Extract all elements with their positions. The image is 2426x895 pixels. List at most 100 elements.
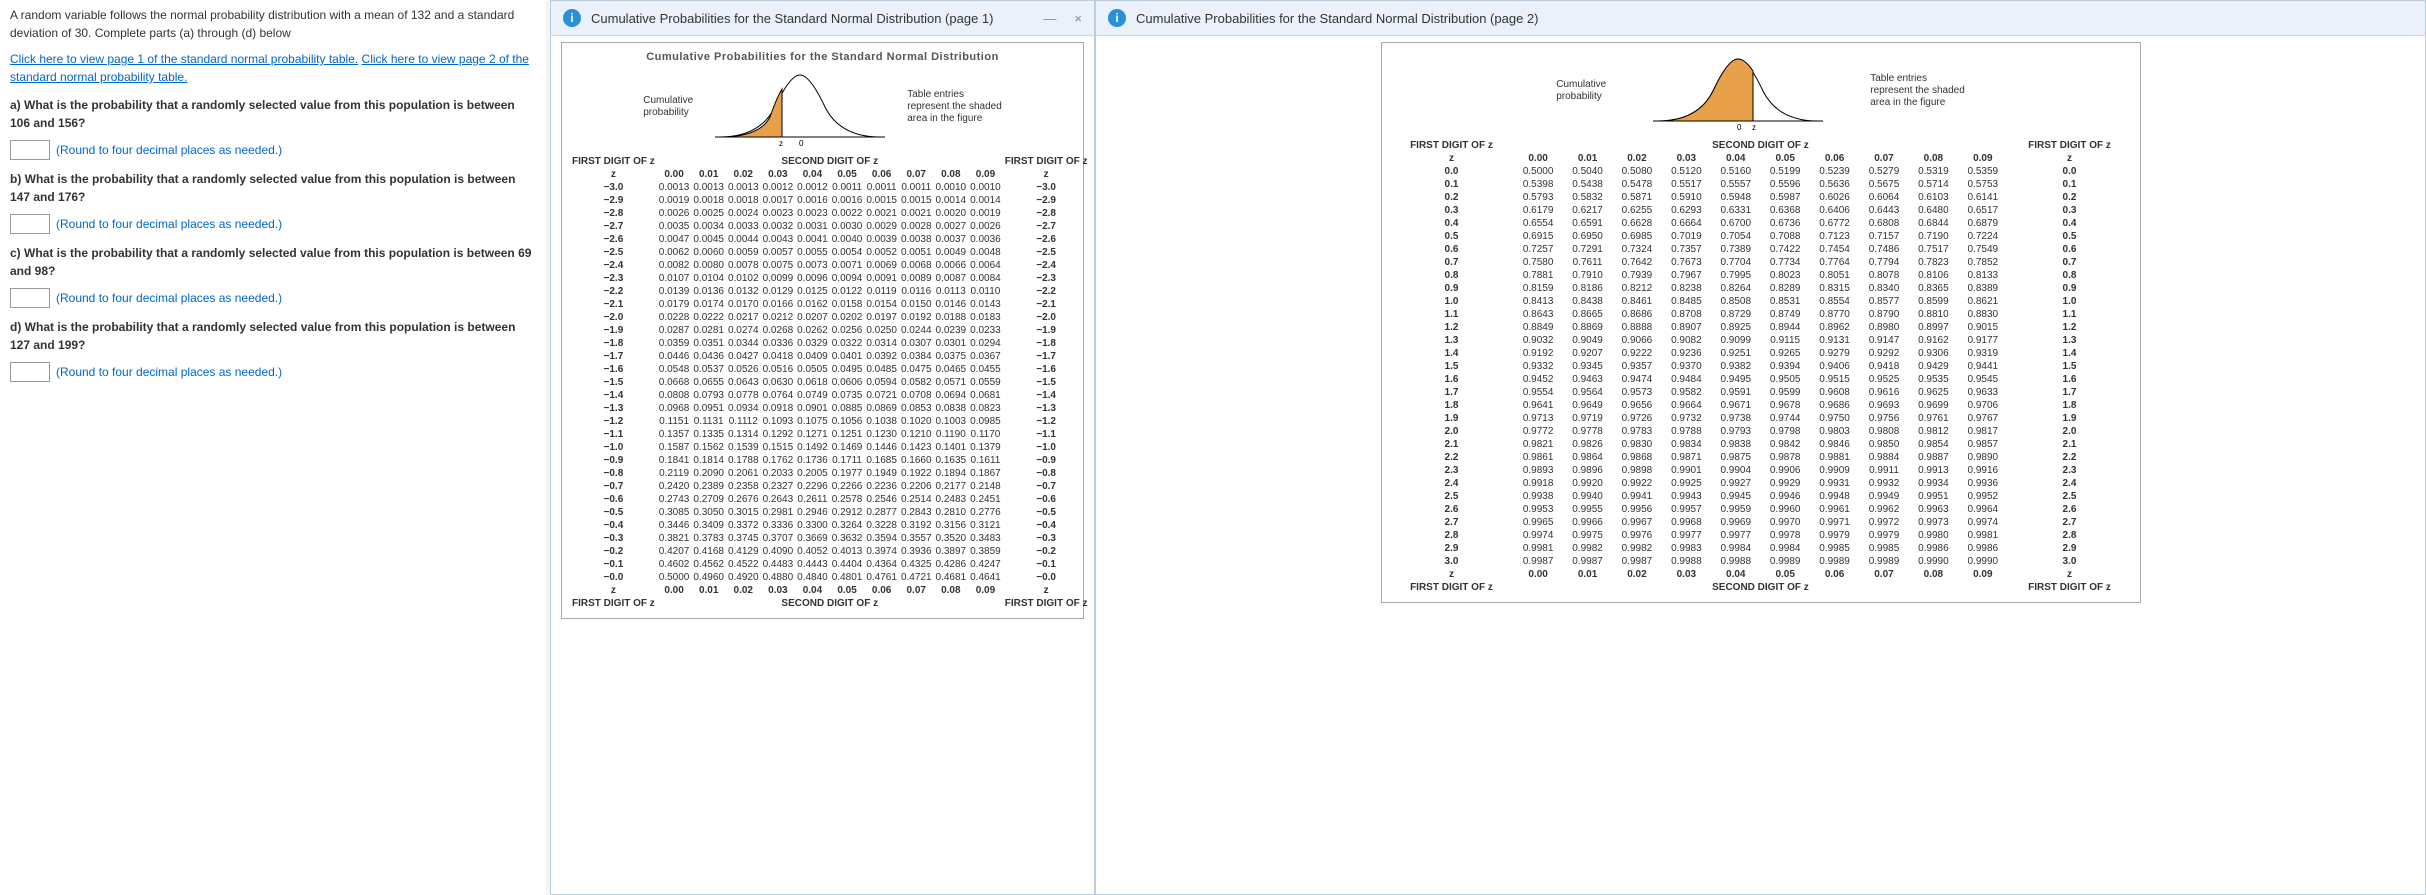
table-row: 0.50.69150.69500.69850.70190.70540.70880… [1390,230,2132,243]
table-row: −2.80.00260.00250.00240.00230.00230.0022… [570,207,1090,220]
col-head: 0.08 [934,168,969,181]
table-row: 2.30.98930.98960.98980.99010.99040.99060… [1390,464,2132,477]
link-page1[interactable]: Click here to view page 1 of the standar… [10,52,358,66]
table-row: 2.80.99740.99750.99760.99770.99770.99780… [1390,529,2132,542]
minimize-icon[interactable]: — [1043,11,1056,26]
table-row: 2.90.99810.99820.99820.99830.99840.99840… [1390,542,2132,555]
normal-curve-icon: 0z [1628,51,1848,131]
popup1-title: Cumulative Probabilities for the Standar… [591,11,993,26]
first-digit-head: FIRST DIGIT OF z [570,155,657,168]
table-row: −2.70.00350.00340.00330.00320.00310.0030… [570,220,1090,233]
table-row: −2.00.02280.02220.02170.02120.02070.0202… [570,311,1090,324]
table-row: −0.60.27430.27090.26760.26430.26110.2578… [570,493,1090,506]
popup2-header: i Cumulative Probabilities for the Stand… [1096,1,2425,36]
table-row: 2.60.99530.99550.99560.99570.99590.99600… [1390,503,2132,516]
z-head: z [2008,152,2132,165]
table-row: −1.40.08080.07930.07780.07640.07490.0735… [570,389,1090,402]
question-c: c) What is the probability that a random… [10,244,536,280]
table-row: −1.30.09680.09510.09340.09180.09010.0885… [570,402,1090,415]
first-digit-head: FIRST DIGIT OF z [1390,139,1514,152]
table-row: 0.40.65540.65910.66280.66640.67000.67360… [1390,217,2132,230]
table-row: 3.00.99870.99870.99870.99880.99880.99890… [1390,555,2132,568]
table-row: 0.80.78810.79100.79390.79670.79950.80230… [1390,269,2132,282]
answer-a-input[interactable] [10,140,50,160]
table-row: −2.30.01070.01040.01020.00990.00960.0094… [570,272,1090,285]
z-head: z [1003,168,1090,181]
table-row: 1.80.96410.96490.96560.96640.96710.96780… [1390,399,2132,412]
table-row: −1.20.11510.11310.11120.10930.10750.1056… [570,415,1090,428]
svg-text:z: z [1752,123,1756,131]
svg-text:0: 0 [799,139,804,147]
table-row: 1.20.88490.88690.88880.89070.89250.89440… [1390,321,2132,334]
popup1-caption: Cumulative Probabilities for the Standar… [570,51,1075,63]
col-head: 0.01 [1563,152,1612,165]
info-icon: i [1108,9,1126,27]
table-row: 0.30.61790.62170.62550.62930.63310.63680… [1390,204,2132,217]
info-icon: i [563,9,581,27]
round-note: (Round to four decimal places as needed.… [56,289,282,307]
table-row: 2.70.99650.99660.99670.99680.99690.99700… [1390,516,2132,529]
col-head: 0.09 [1958,152,2007,165]
popup1-body[interactable]: Cumulative Probabilities for the Standar… [551,36,1094,894]
z-head: z [1390,152,1514,165]
table-row: 2.00.97720.97780.97830.97880.97930.97980… [1390,425,2132,438]
table-row: 2.20.98610.98640.98680.98710.98750.98780… [1390,451,2132,464]
table-row: 1.30.90320.90490.90660.90820.90990.91150… [1390,334,2132,347]
col-head: 0.09 [968,168,1003,181]
table-row: −3.00.00130.00130.00130.00120.00120.0011… [570,181,1090,194]
table-row: 2.10.98210.98260.98300.98340.98380.98420… [1390,438,2132,451]
normal-curve-icon: z0 [715,67,885,147]
question-a: a) What is the probability that a random… [10,96,536,132]
svg-text:z: z [779,139,783,147]
round-note: (Round to four decimal places as needed.… [56,141,282,159]
table-row: 1.10.86430.86650.86860.87080.87290.87490… [1390,308,2132,321]
question-d: d) What is the probability that a random… [10,318,536,354]
first-digit-head: FIRST DIGIT OF z [1003,155,1090,168]
table-row: −0.40.34460.34090.33720.33360.33000.3264… [570,519,1090,532]
table-row: −2.40.00820.00800.00780.00750.00730.0071… [570,259,1090,272]
popup1-header: i Cumulative Probabilities for the Stand… [551,1,1094,36]
table-row: 0.10.53980.54380.54780.55170.55570.55960… [1390,178,2132,191]
table-row: −0.90.18410.18140.17880.17620.17360.1711… [570,454,1090,467]
round-note: (Round to four decimal places as needed.… [56,215,282,233]
table-row: −1.90.02870.02810.02740.02680.02620.0256… [570,324,1090,337]
curve-left-label: Cumulative probability [643,95,693,119]
table-row: −1.70.04460.04360.04270.04180.04090.0401… [570,350,1090,363]
answer-d-input[interactable] [10,362,50,382]
col-head: 0.04 [1711,152,1760,165]
table-row: −2.10.01790.01740.01700.01660.01620.0158… [570,298,1090,311]
col-head: 0.07 [1859,152,1908,165]
z-table-page2: FIRST DIGIT OF zSECOND DIGIT OF zFIRST D… [1390,139,2132,594]
curve-right-label: Table entries represent the shaded area … [1870,73,1965,109]
col-head: 0.06 [864,168,899,181]
table-row: 1.50.93320.93450.93570.93700.93820.93940… [1390,360,2132,373]
second-digit-head: SECOND DIGIT OF z [1513,139,2007,152]
col-head: 0.01 [691,168,726,181]
table-row: −0.10.46020.45620.45220.44830.44430.4404… [570,558,1090,571]
curve-left-label: Cumulative probability [1556,79,1606,103]
table-row: 1.00.84130.84380.84610.84850.85080.85310… [1390,295,2132,308]
table-row: −2.20.01390.01360.01320.01290.01250.0122… [570,285,1090,298]
table-row: −1.60.05480.05370.05260.05160.05050.0495… [570,363,1090,376]
table-row: 0.20.57930.58320.58710.59100.59480.59870… [1390,191,2132,204]
table-row: −0.20.42070.41680.41290.40900.40520.4013… [570,545,1090,558]
popup-page1: i Cumulative Probabilities for the Stand… [550,0,1095,895]
table-row: −1.50.06680.06550.06430.06300.06180.0606… [570,376,1090,389]
answer-b-input[interactable] [10,214,50,234]
col-head: 0.06 [1810,152,1859,165]
z-table-page1: FIRST DIGIT OF zSECOND DIGIT OF zFIRST D… [570,155,1090,610]
answer-c-input[interactable] [10,288,50,308]
popup2-body[interactable]: Cumulative probability 0z Table entries … [1096,36,2425,894]
col-head: 0.07 [899,168,934,181]
table-row: 1.90.97130.97190.97260.97320.97380.97440… [1390,412,2132,425]
close-icon[interactable]: × [1074,11,1082,26]
col-head: 0.03 [761,168,796,181]
question-b: b) What is the probability that a random… [10,170,536,206]
table-row: −0.80.21190.20900.20610.20330.20050.1977… [570,467,1090,480]
col-head: 0.03 [1662,152,1711,165]
col-head: 0.08 [1909,152,1958,165]
col-head: 0.02 [1612,152,1661,165]
table-row: 2.50.99380.99400.99410.99430.99450.99460… [1390,490,2132,503]
table-row: −1.00.15870.15620.15390.15150.14920.1469… [570,441,1090,454]
table-row: 1.60.94520.94630.94740.94840.94950.95050… [1390,373,2132,386]
